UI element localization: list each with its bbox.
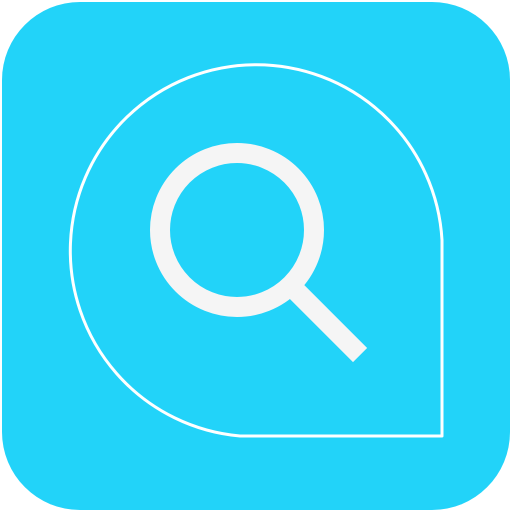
app-icon-background [2,2,510,510]
app-icon[interactable] [0,0,512,512]
app-icon-graphic [2,2,510,510]
